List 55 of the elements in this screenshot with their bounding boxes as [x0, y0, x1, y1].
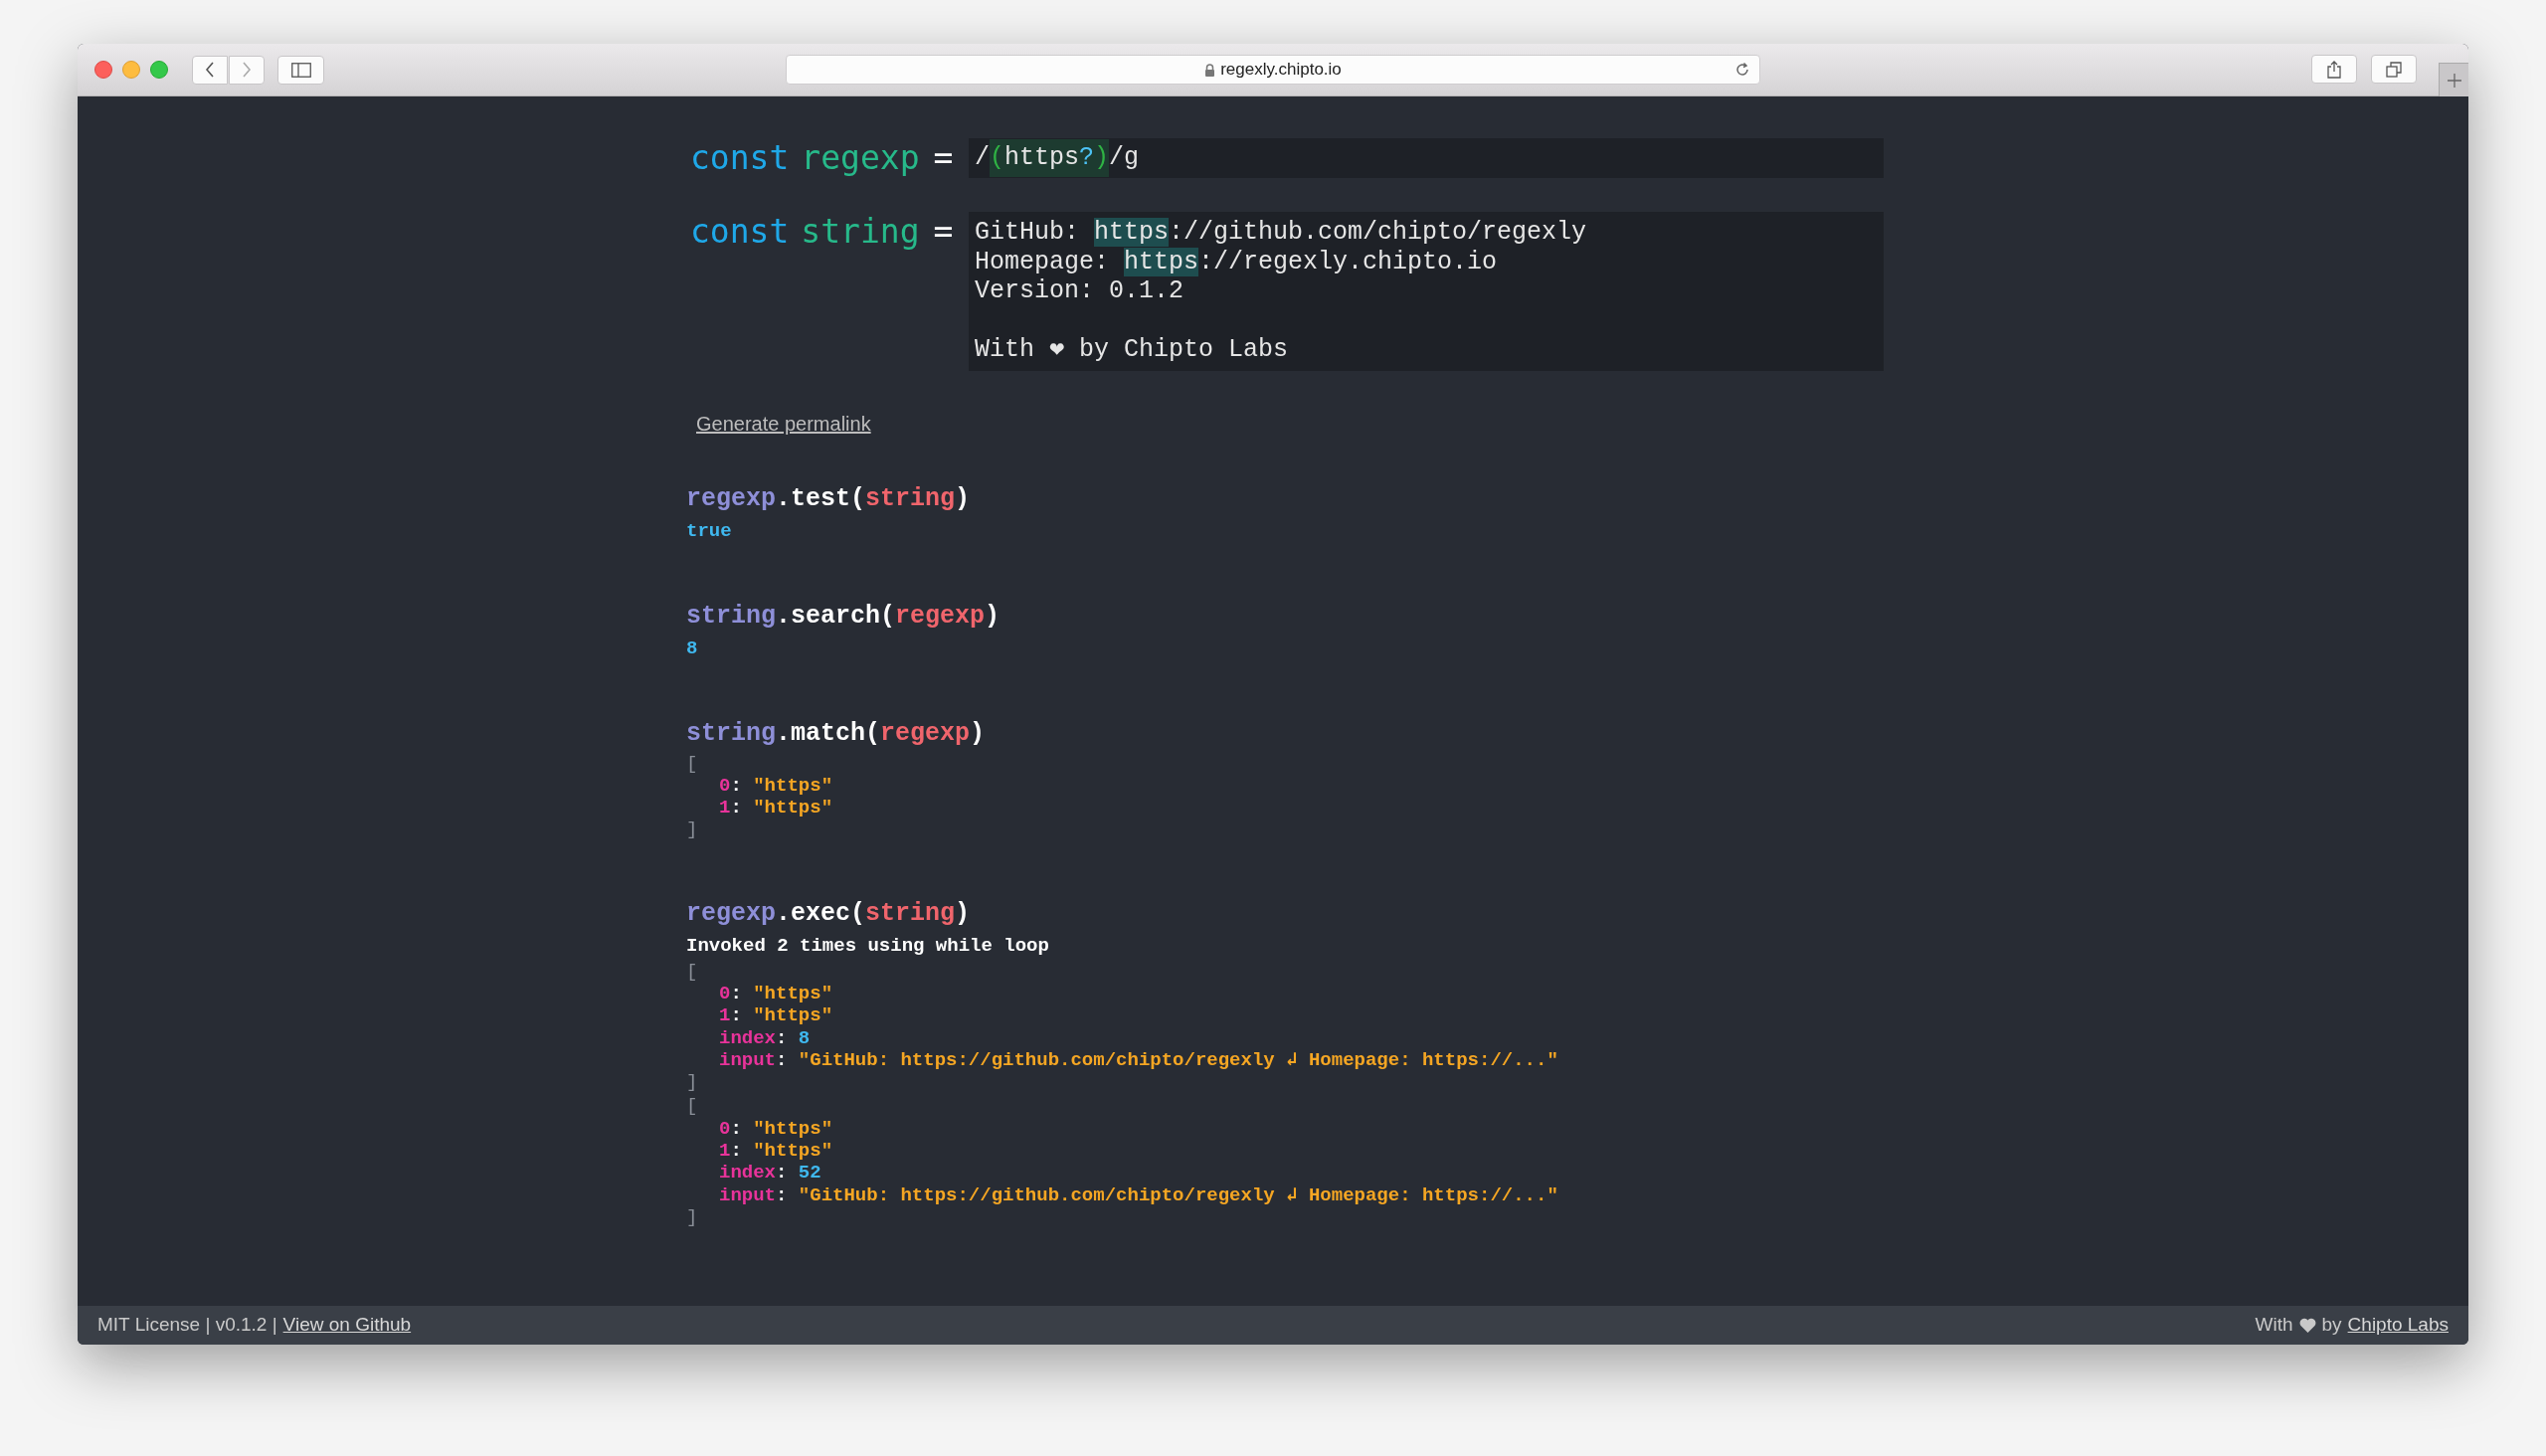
- bracket: [: [686, 960, 698, 983]
- lock-icon: [1204, 63, 1216, 77]
- method-call: string.search(regexp): [686, 600, 1001, 633]
- equals-sign: =: [933, 211, 954, 254]
- method-call: regexp.exec(string): [686, 897, 972, 930]
- tabs-icon: [2386, 61, 2402, 78]
- array-entry: 1: "https": [719, 1004, 833, 1027]
- sidebar-button[interactable]: [277, 55, 324, 85]
- string-input[interactable]: GitHub: https://github.com/chipto/regexly Homepage: https://regexly.chipto.io Version: 0.1.2 With ❤ by Chipto Labs: [969, 212, 1884, 371]
- bracket: [: [686, 1095, 698, 1118]
- array-entry: 1: "https": [719, 1140, 833, 1163]
- url-text: regexly.chipto.io: [1220, 59, 1342, 82]
- array-entry: index: 52: [719, 1162, 821, 1184]
- bracket: ]: [686, 1205, 698, 1229]
- share-button[interactable]: [2311, 55, 2357, 84]
- new-tab-button[interactable]: [2439, 63, 2468, 96]
- variable-name: regexp: [801, 137, 920, 180]
- plus-icon: [2447, 73, 2461, 88]
- keyword: const: [690, 137, 790, 180]
- chevron-left-icon: [205, 62, 215, 78]
- variable-name: string: [801, 211, 920, 254]
- array-entry: index: 8: [719, 1026, 811, 1049]
- bracket: ]: [686, 819, 698, 841]
- array-entry: input: "GitHub: https://github.com/chipto/regexly ↲ Homepage: https://...": [719, 1183, 1558, 1206]
- footer-text: With: [2255, 1313, 2293, 1338]
- result-note: Invoked 2 times using while loop: [686, 933, 1049, 959]
- address-bar[interactable]: regexly.chipto.io: [786, 55, 1760, 85]
- close-button[interactable]: [94, 61, 112, 79]
- sidebar-icon: [290, 62, 311, 78]
- keyword: const: [690, 211, 790, 254]
- tabs-button[interactable]: [2371, 55, 2417, 84]
- bracket: [: [686, 752, 698, 775]
- array-entry: 0: "https": [719, 1117, 833, 1141]
- regexp-input[interactable]: /(https?)/g: [969, 138, 1884, 178]
- share-icon: [2327, 60, 2341, 79]
- method-call: string.match(regexp): [686, 717, 987, 750]
- result-value: 8: [686, 636, 698, 661]
- array-entry: 1: "https": [719, 797, 833, 819]
- back-button[interactable]: [192, 55, 228, 85]
- footer-link[interactable]: View on Github: [282, 1311, 412, 1340]
- permalink-link[interactable]: Generate permalink: [696, 408, 871, 439]
- heart-icon: [2298, 1318, 2316, 1333]
- array-entry: input: "GitHub: https://github.com/chipto/regexly ↲ Homepage: https://...": [719, 1048, 1558, 1072]
- equals-sign: =: [933, 137, 954, 180]
- bracket: ]: [686, 1071, 698, 1094]
- array-entry: 0: "https": [719, 774, 833, 798]
- method-call: regexp.test(string): [686, 482, 972, 515]
- footer-link[interactable]: Chipto Labs: [2347, 1311, 2449, 1340]
- maximize-button[interactable]: [150, 61, 168, 79]
- footer-text: MIT License | v0.1.2 |: [97, 1313, 277, 1338]
- array-entry: 0: "https": [719, 983, 833, 1005]
- result-value: true: [686, 518, 732, 544]
- chevron-right-icon: [242, 62, 252, 78]
- reload-icon[interactable]: [1734, 62, 1750, 78]
- footer-text: by: [2321, 1313, 2342, 1338]
